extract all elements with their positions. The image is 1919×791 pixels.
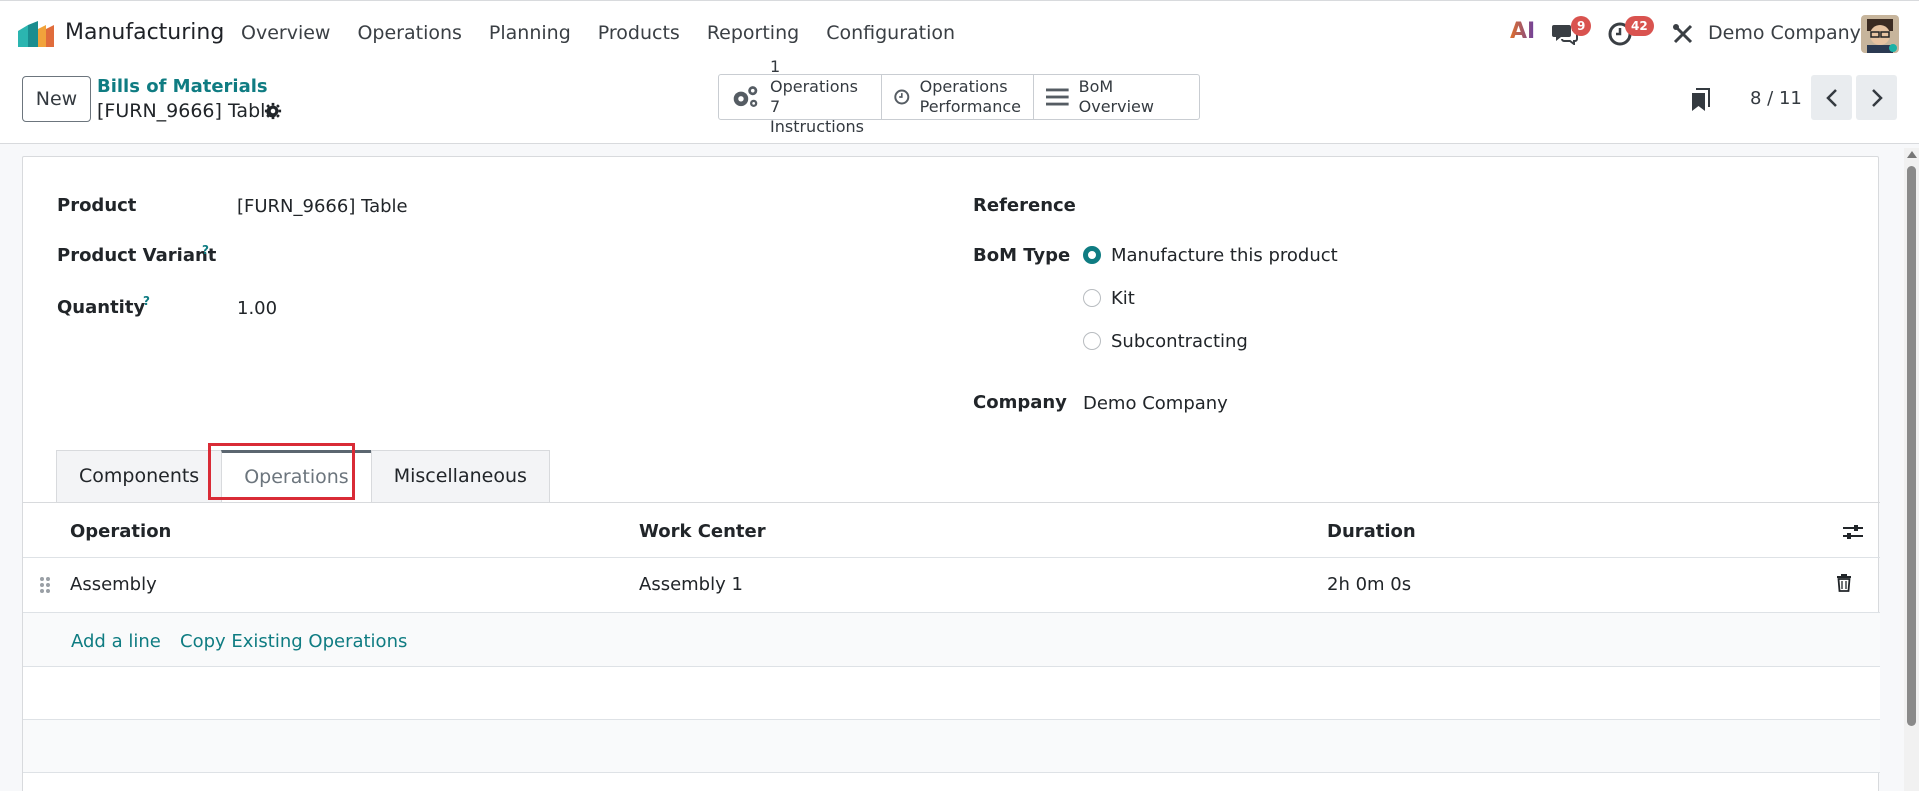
operations-smart-button[interactable]: 1 Operations 7 Instructions (719, 57, 882, 136)
app-name[interactable]: Manufacturing (65, 20, 224, 45)
cogs-icon (733, 86, 758, 107)
menu-overview[interactable]: Overview (241, 22, 330, 44)
control-panel: New Bills of Materials [FURN_9666] Table… (0, 57, 1919, 144)
optional-columns-icon[interactable] (1843, 523, 1863, 541)
menu-reporting[interactable]: Reporting (707, 22, 799, 44)
product-variant-label: Product Variant (57, 245, 217, 266)
product-variant-field[interactable] (237, 241, 937, 271)
column-duration[interactable]: Duration (1327, 521, 1416, 542)
scroll-thumb[interactable] (1907, 166, 1916, 726)
product-variant-help-icon[interactable]: ? (202, 243, 209, 257)
ai-label: AI (1510, 19, 1536, 44)
pager-value[interactable]: 8 / 11 (1750, 88, 1802, 109)
empty-row (23, 720, 1880, 772)
operations-performance-smart-button[interactable]: Operations Performance (882, 75, 1034, 119)
menu-configuration[interactable]: Configuration (826, 22, 955, 44)
top-navbar: Manufacturing Overview Operations Planni… (0, 0, 1919, 66)
company-label: Company (973, 392, 1067, 413)
operations-tab-highlight (208, 443, 355, 500)
perf-line1: Operations (919, 77, 1008, 96)
debug-tools-icon[interactable] (1672, 23, 1694, 45)
perf-line2: Performance (919, 97, 1021, 116)
quantity-label: Quantity (57, 297, 146, 318)
bom-type-subcontracting-radio[interactable] (1083, 332, 1101, 350)
quantity-help-icon[interactable]: ? (143, 294, 150, 308)
gear-icon[interactable] (264, 102, 282, 120)
company-field[interactable]: Demo Company (1083, 393, 1228, 414)
bom-type-kit-label[interactable]: Kit (1111, 288, 1135, 309)
table-row[interactable] (23, 558, 1880, 612)
tab-components[interactable]: Components (56, 450, 223, 502)
bom-type-manufacture-radio[interactable] (1083, 246, 1101, 264)
ai-icon[interactable]: AI (1510, 19, 1535, 44)
pager-next-button[interactable] (1856, 75, 1897, 120)
form-sheet: Product [FURN_9666] Table Product Varian… (22, 156, 1880, 791)
reference-label: Reference (973, 195, 1076, 216)
manufacturing-app-icon[interactable] (18, 21, 54, 47)
row-work-center: Assembly 1 (639, 574, 743, 595)
reference-field[interactable] (1083, 191, 1843, 221)
quantity-field[interactable]: 1.00 (237, 298, 277, 319)
bars-icon (1046, 88, 1069, 106)
copy-existing-operations-link[interactable]: Copy Existing Operations (180, 631, 407, 652)
bom-overview-label: BoM Overview (1078, 77, 1154, 116)
new-button[interactable]: New (22, 76, 91, 122)
add-a-line-link[interactable]: Add a line (71, 631, 161, 652)
chevron-right-icon (1871, 88, 1883, 107)
bom-type-label: BoM Type (973, 245, 1071, 266)
user-avatar[interactable] (1861, 15, 1899, 53)
row-operation: Assembly (70, 574, 157, 595)
bom-overview-smart-button[interactable]: BoM Overview (1034, 75, 1199, 119)
tab-divider (23, 502, 1880, 503)
empty-row (23, 667, 1880, 719)
column-operation[interactable]: Operation (70, 521, 171, 542)
bookmark-icon[interactable] (1691, 88, 1711, 112)
bom-type-kit-radio[interactable] (1083, 289, 1101, 307)
chat-badge: 9 (1571, 16, 1592, 36)
chevron-left-icon (1825, 88, 1837, 107)
trash-icon[interactable] (1836, 574, 1852, 592)
activity-badge: 42 (1625, 16, 1654, 36)
column-work-center[interactable]: Work Center (639, 521, 766, 542)
page-scrollbar[interactable] (1904, 148, 1919, 791)
scroll-up-arrow-icon[interactable] (1907, 151, 1917, 158)
clock-icon (894, 89, 910, 105)
record-title: [FURN_9666] Table (97, 100, 278, 122)
row-duration: 2h 0m 0s (1327, 574, 1412, 595)
main-menu: Overview Operations Planning Products Re… (241, 22, 982, 44)
bom-type-subcontracting-label[interactable]: Subcontracting (1111, 331, 1248, 352)
breadcrumb-bills-of-materials[interactable]: Bills of Materials (97, 76, 268, 97)
menu-operations[interactable]: Operations (357, 22, 461, 44)
bom-type-manufacture-label[interactable]: Manufacture this product (1111, 245, 1338, 266)
row-divider-4 (23, 772, 1880, 773)
product-label: Product (57, 195, 137, 216)
instructions-count: 7 Instructions (770, 97, 864, 136)
pager-previous-button[interactable] (1811, 75, 1852, 120)
ops-count: 1 Operations (770, 57, 858, 96)
company-switcher[interactable]: Demo Company (1708, 22, 1861, 44)
menu-planning[interactable]: Planning (489, 22, 571, 44)
smart-buttons: 1 Operations 7 Instructions Operations P… (718, 57, 1200, 136)
drag-handle-icon[interactable] (39, 576, 51, 594)
tab-miscellaneous[interactable]: Miscellaneous (370, 450, 550, 502)
menu-products[interactable]: Products (598, 22, 680, 44)
product-field[interactable]: [FURN_9666] Table (237, 196, 408, 217)
